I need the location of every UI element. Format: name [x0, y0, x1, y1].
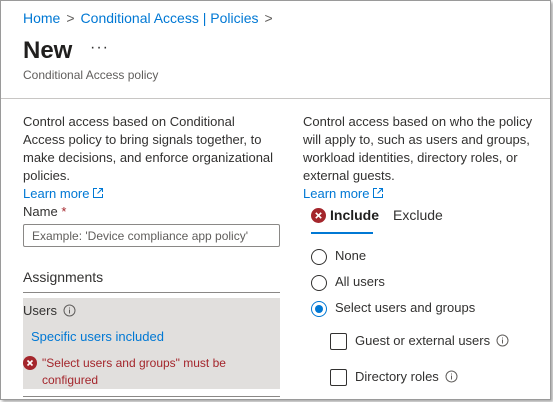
name-label-text: Name: [23, 204, 58, 219]
info-icon[interactable]: [63, 304, 76, 317]
specific-users-link[interactable]: Specific users included: [31, 329, 164, 344]
checkbox-guest-text: Guest or external users: [355, 333, 491, 348]
learn-more-link[interactable]: Learn more: [23, 186, 104, 201]
checkbox-guest-label: Guest or external users: [355, 333, 509, 348]
checkbox-directory-label: Directory roles: [355, 369, 458, 384]
info-icon[interactable]: [496, 334, 509, 347]
assignments-divider: [23, 292, 280, 293]
info-icon[interactable]: [445, 370, 458, 383]
external-link-icon: [373, 188, 384, 198]
header-divider: [1, 98, 550, 99]
learn-more-label[interactable]: Learn more: [23, 186, 89, 201]
page-title: New: [23, 37, 73, 64]
learn-more-link-right[interactable]: Learn more: [303, 186, 384, 201]
policy-description-text: Control access based on Conditional Acce…: [23, 114, 274, 183]
required-marker: *: [61, 204, 67, 219]
radio-circle[interactable]: [311, 249, 327, 265]
error-icon: [311, 208, 326, 223]
checkbox-box[interactable]: [330, 369, 347, 386]
tab-include-label: Include: [330, 207, 380, 223]
assignments-heading: Assignments: [23, 269, 104, 285]
policy-panel: Home > Conditional Access | Policies > New …: [0, 0, 551, 400]
breadcrumb-policies[interactable]: Conditional Access | Policies: [81, 10, 259, 26]
users-label-text: Users: [23, 303, 57, 318]
error-icon: [23, 356, 37, 370]
chevron-right-icon: >: [264, 10, 273, 26]
chevron-right-icon: >: [66, 10, 75, 26]
tab-include[interactable]: Include: [311, 207, 379, 223]
radio-circle-checked[interactable]: [311, 301, 327, 317]
assignment-description: Control access based on who the policy w…: [303, 113, 548, 203]
radio-select-label: Select users and groups: [335, 300, 476, 315]
page-subtitle: Conditional Access policy: [23, 68, 159, 82]
external-link-icon: [93, 188, 104, 198]
radio-circle[interactable]: [311, 275, 327, 291]
radio-all-users-label: All users: [335, 274, 385, 289]
active-tab-indicator: [311, 232, 373, 234]
users-divider: [23, 396, 280, 397]
breadcrumb: Home > Conditional Access | Policies >: [23, 10, 279, 26]
users-assignment-item[interactable]: Users Specific users included "Select us…: [23, 298, 280, 389]
more-options-button[interactable]: ···: [90, 39, 109, 57]
policy-name-input[interactable]: [23, 224, 280, 247]
users-label: Users: [23, 303, 76, 318]
checkbox-directory-text: Directory roles: [355, 369, 439, 384]
assignment-description-text: Control access based on who the policy w…: [303, 114, 533, 183]
name-field-label: Name *: [23, 204, 66, 219]
breadcrumb-home[interactable]: Home: [23, 10, 60, 26]
radio-none-label: None: [335, 248, 367, 263]
users-error-message: "Select users and groups" must be config…: [42, 356, 226, 387]
tab-exclude[interactable]: Exclude: [393, 207, 443, 223]
learn-more-right-label[interactable]: Learn more: [303, 186, 369, 201]
checkbox-box[interactable]: [330, 333, 347, 350]
policy-description: Control access based on Conditional Acce…: [23, 113, 278, 203]
